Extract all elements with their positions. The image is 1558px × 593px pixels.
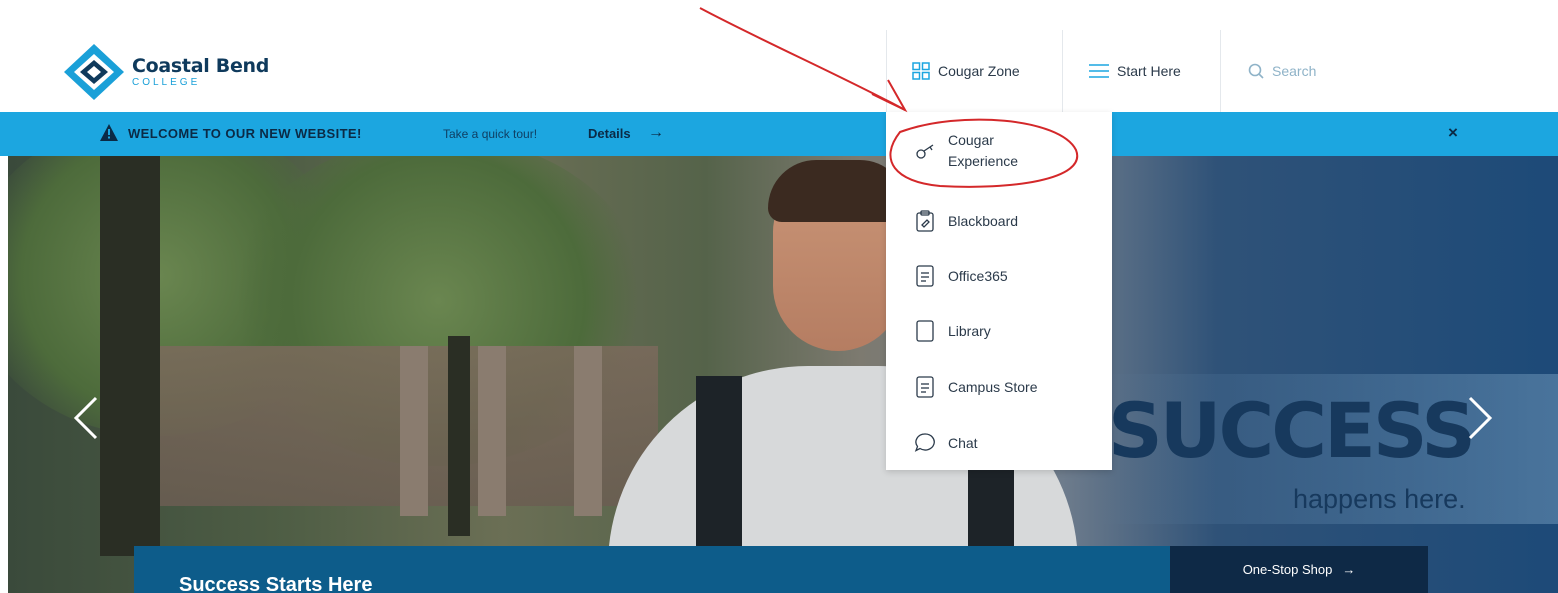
logo-mark-icon <box>62 42 126 102</box>
hero-headline: SUCCESS <box>1108 386 1476 475</box>
nav-start-here[interactable]: Start Here <box>1089 30 1181 112</box>
document-icon <box>914 376 936 398</box>
dropdown-item-blackboard[interactable]: Blackboard <box>914 210 1018 232</box>
hero-carousel: SUCCESS happens here. Success Starts Her… <box>8 156 1558 593</box>
dropdown-item-chat[interactable]: Chat <box>914 432 978 454</box>
carousel-next-icon[interactable] <box>1464 396 1494 440</box>
book-icon <box>914 320 936 342</box>
document-icon <box>914 265 936 287</box>
one-stop-shop-button[interactable]: One-Stop Shop → <box>1170 546 1428 593</box>
grid-icon <box>912 62 930 80</box>
banner-details-link[interactable]: Details <box>588 126 631 141</box>
dropdown-item-label: Blackboard <box>948 213 1019 229</box>
site-header: Coastal Bend COLLEGE Cougar Zone Start H… <box>0 0 1558 112</box>
hero-caption-title: Success Starts Here <box>179 574 373 593</box>
dropdown-item-label: Library <box>948 323 991 339</box>
nav-divider <box>1062 30 1063 112</box>
dropdown-item-library[interactable]: Library <box>914 320 991 342</box>
warning-icon <box>100 124 118 144</box>
dropdown-item-campus-store[interactable]: Campus Store <box>914 376 1037 398</box>
arrow-right-icon: → <box>1342 562 1356 577</box>
banner-title: WELCOME TO OUR NEW WEBSITE! <box>128 126 362 141</box>
one-stop-shop-label: One-Stop Shop <box>1242 562 1333 577</box>
hero-tagline: happens here. <box>1293 484 1466 514</box>
nav-start-here-label: Start Here <box>1117 63 1181 79</box>
nav-cougar-zone-label: Cougar Zone <box>938 63 1020 79</box>
dropdown-item-label: Office365 <box>948 268 1008 284</box>
dropdown-item-office365[interactable]: Office365 <box>914 265 1008 287</box>
key-icon <box>914 140 936 162</box>
search-placeholder: Search <box>1272 63 1317 79</box>
logo-name: Coastal Bend <box>132 54 270 77</box>
hero-bg-column <box>478 346 506 516</box>
hero-bg-trunk <box>448 336 470 536</box>
arrow-right-icon[interactable]: → <box>648 124 664 142</box>
clipboard-icon <box>914 210 936 232</box>
search-icon <box>1248 63 1264 79</box>
dropdown-item-cougar-experience[interactable]: Cougar Experience <box>914 130 1018 172</box>
cougar-zone-dropdown: Cougar Experience Blackboard Office365 L… <box>886 112 1112 470</box>
dropdown-item-label: Campus Store <box>948 379 1038 395</box>
nav-cougar-zone[interactable]: Cougar Zone <box>912 30 1020 112</box>
close-icon[interactable]: × <box>1448 123 1458 143</box>
banner-tour-text: Take a quick tour! <box>443 127 538 141</box>
college-logo[interactable]: Coastal Bend COLLEGE <box>62 42 269 102</box>
chat-bubble-icon <box>914 432 936 454</box>
dropdown-item-label: Experience <box>948 153 1019 169</box>
hero-caption-bar: Success Starts Here <box>134 546 1170 593</box>
search-input[interactable]: Search <box>1248 30 1316 112</box>
nav-divider <box>886 30 887 112</box>
welcome-banner: WELCOME TO OUR NEW WEBSITE! Take a quick… <box>0 112 1558 156</box>
dropdown-item-label: Chat <box>948 435 978 451</box>
nav-divider <box>1220 30 1221 112</box>
hero-bg-column <box>574 346 602 516</box>
hero-bg-column <box>400 346 428 516</box>
carousel-prev-icon[interactable] <box>72 396 102 440</box>
hamburger-icon <box>1089 64 1109 78</box>
hero-bg-trunk <box>100 156 160 556</box>
dropdown-item-label: Cougar <box>948 132 994 148</box>
logo-subtitle: COLLEGE <box>132 76 201 88</box>
